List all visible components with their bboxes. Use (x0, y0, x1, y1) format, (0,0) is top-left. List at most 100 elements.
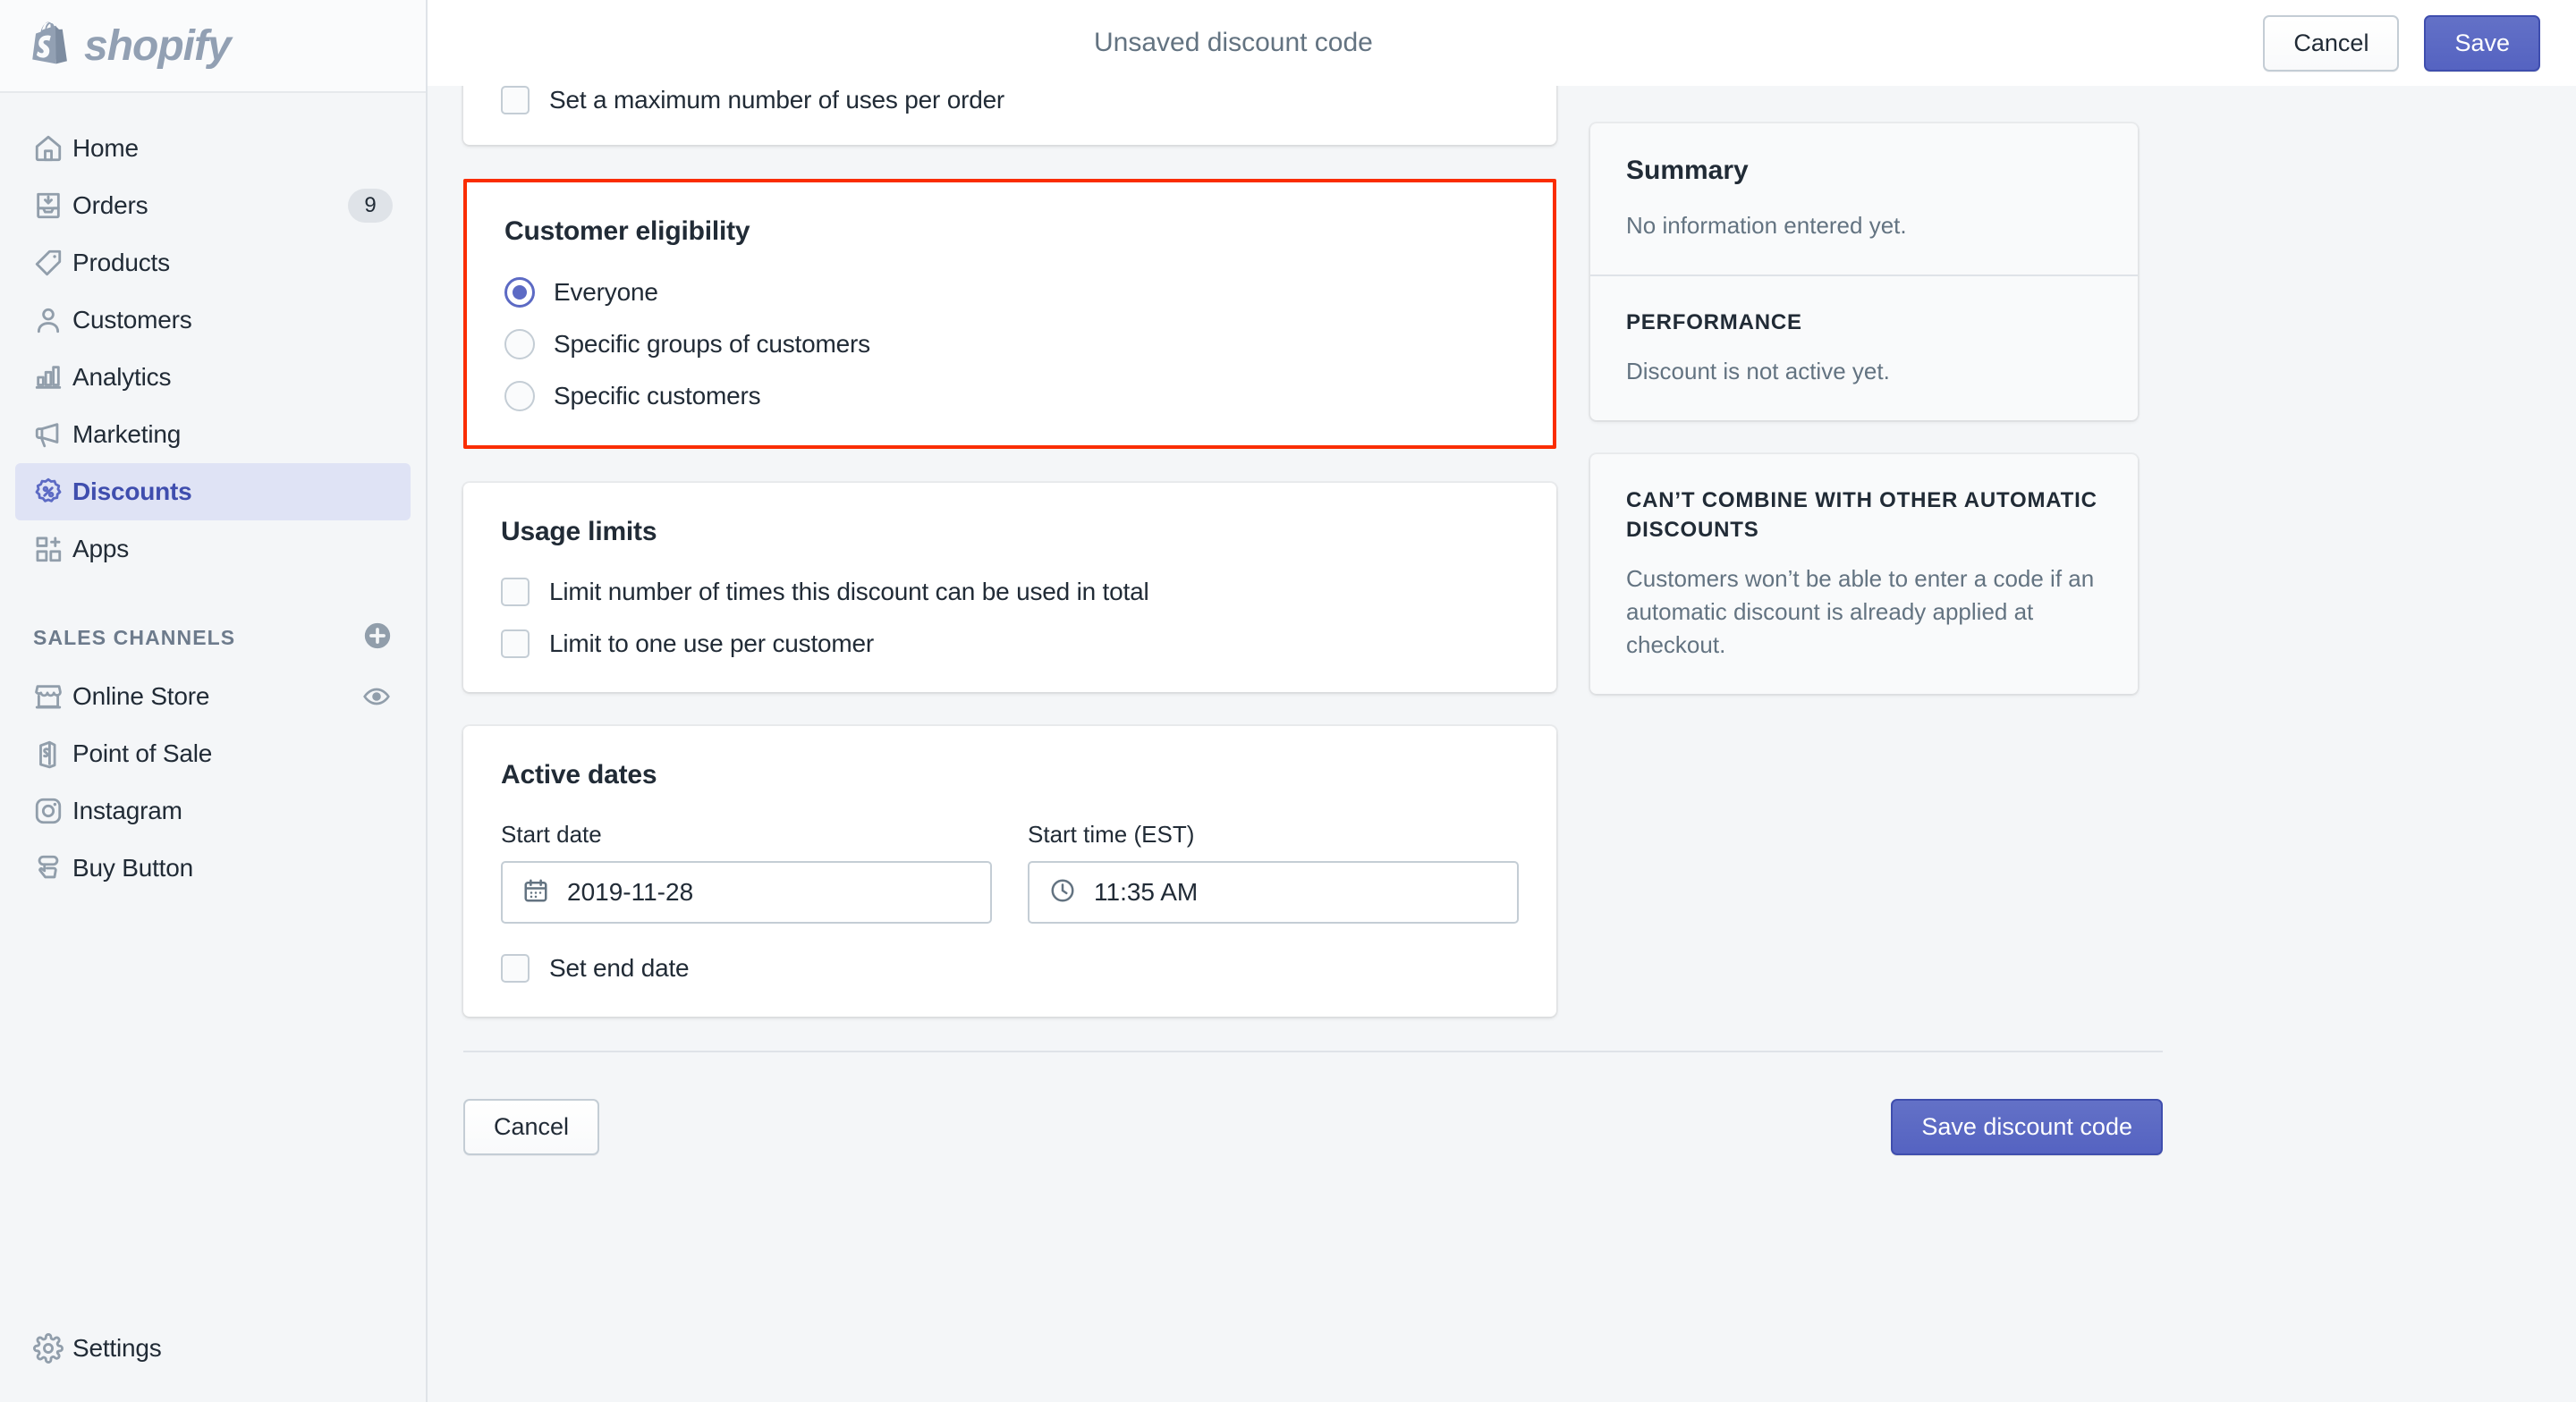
usage-limit-label: Limit number of times this discount can … (549, 578, 1149, 605)
sidebar-primary-nav: Home Orders 9 Products Customers Analyti… (0, 93, 426, 578)
start-time-value: 11:35 AM (1094, 878, 1199, 906)
start-time-label: Start time (EST) (1028, 821, 1195, 848)
eligibility-option-label: Specific customers (554, 382, 761, 410)
combine-note-section: CAN’T COMBINE WITH OTHER AUTOMATIC DISCO… (1590, 454, 2138, 694)
eye-icon[interactable] (362, 682, 393, 711)
main-column: Unsaved discount code Cancel Save Set a … (428, 0, 2576, 1402)
sidebar-item-orders[interactable]: Orders 9 (15, 177, 411, 234)
sidebar-settings-section: Settings (0, 1320, 426, 1402)
set-end-date-label: Set end date (549, 954, 690, 982)
eligibility-option-specific-customers[interactable]: Specific customers (504, 381, 1515, 411)
active-dates-card: Active dates Start date 2019-11-28 Start… (463, 726, 1556, 1017)
radio-specific-customers[interactable] (504, 381, 535, 411)
sidebar-item-products[interactable]: Products (15, 234, 411, 291)
cancel-button[interactable]: Cancel (2263, 14, 2400, 72)
start-time-field: Start time (EST) 11:35 AM (1028, 821, 1519, 924)
usage-limit-per-customer-checkbox[interactable] (501, 629, 530, 658)
usage-limit-label: Limit to one use per customer (549, 629, 875, 657)
footer-cancel-button[interactable]: Cancel (463, 1099, 600, 1155)
combine-note-body: Customers won’t be able to enter a code … (1626, 564, 2095, 658)
clock-icon (1049, 877, 1076, 908)
max-uses-card: Set a maximum number of uses per order (463, 86, 1556, 145)
orders-inbox-icon (33, 190, 72, 221)
sidebar-item-label: Instagram (72, 797, 182, 824)
bar-chart-icon (33, 362, 72, 393)
sidebar-item-point-of-sale[interactable]: Point of Sale (15, 725, 411, 782)
sidebar: shopify Home Orders 9 Products Customers… (0, 0, 428, 1402)
sidebar-item-apps[interactable]: Apps (15, 520, 411, 578)
max-uses-per-order-label: Set a maximum number of uses per order (549, 86, 1005, 114)
buy-button-icon (33, 853, 72, 883)
sidebar-item-label: Marketing (72, 420, 182, 448)
sidebar-item-label: Online Store (72, 682, 210, 710)
top-bar: Unsaved discount code Cancel Save (428, 0, 2576, 86)
start-time-input[interactable]: 11:35 AM (1028, 861, 1519, 924)
gear-icon (33, 1333, 72, 1364)
sidebar-channels-nav: Online Store Point of Sale Instagram Buy… (0, 668, 426, 897)
shopify-wordmark: shopify (84, 21, 232, 70)
usage-limits-card: Usage limits Limit number of times this … (463, 483, 1556, 692)
radio-specific-groups[interactable] (504, 329, 535, 359)
discount-badge-icon (33, 477, 72, 507)
eligibility-option-everyone[interactable]: Everyone (504, 277, 1515, 308)
sidebar-item-customers[interactable]: Customers (15, 291, 411, 349)
set-end-date-row[interactable]: Set end date (501, 954, 1519, 983)
shopify-logo[interactable]: shopify (30, 21, 232, 71)
shopify-logo-bar: shopify (0, 0, 426, 93)
active-dates-title: Active dates (501, 760, 657, 790)
max-uses-per-order-checkbox-row[interactable]: Set a maximum number of uses per order (501, 86, 1519, 114)
sidebar-item-discounts[interactable]: Discounts (15, 463, 411, 520)
max-uses-per-order-checkbox[interactable] (501, 86, 530, 114)
eligibility-option-specific-groups[interactable]: Specific groups of customers (504, 329, 1515, 359)
eligibility-option-label: Specific groups of customers (554, 330, 870, 358)
start-date-label: Start date (501, 821, 602, 848)
combine-note-card: CAN’T COMBINE WITH OTHER AUTOMATIC DISCO… (1590, 454, 2138, 694)
summary-title: Summary (1626, 156, 1749, 185)
sidebar-item-marketing[interactable]: Marketing (15, 406, 411, 463)
shopify-bag-logo-icon (32, 21, 68, 64)
calendar-icon (522, 877, 549, 908)
usage-limits-title: Usage limits (501, 517, 657, 546)
customer-eligibility-title: Customer eligibility (504, 216, 750, 246)
summary-section: Summary No information entered yet. (1590, 123, 2138, 274)
add-sales-channel-icon[interactable] (362, 621, 393, 655)
save-button[interactable]: Save (2424, 14, 2540, 72)
summary-body: No information entered yet. (1626, 212, 1907, 239)
sidebar-item-home[interactable]: Home (15, 120, 411, 177)
sidebar-item-label: Customers (72, 306, 192, 334)
sidebar-item-label: Analytics (72, 363, 172, 391)
sidebar-item-label: Settings (72, 1334, 162, 1362)
sidebar-item-label: Products (72, 249, 170, 276)
usage-limit-total-checkbox[interactable] (501, 578, 530, 606)
performance-heading: PERFORMANCE (1626, 309, 1802, 334)
radio-everyone[interactable] (504, 277, 535, 308)
sidebar-item-label: Apps (72, 535, 130, 562)
sidebar-item-online-store[interactable]: Online Store (15, 668, 411, 725)
content-area: Set a maximum number of uses per order C… (428, 86, 2576, 1402)
sales-channels-header: SALES CHANNELS (33, 621, 393, 655)
top-bar-actions: Cancel Save (2263, 14, 2540, 72)
sidebar-item-buy-button[interactable]: Buy Button (15, 840, 411, 897)
sales-channels-label: SALES CHANNELS (33, 626, 236, 649)
customer-eligibility-card: Customer eligibility Everyone Specific g… (463, 179, 1556, 449)
secondary-column: Summary No information entered yet. PERF… (1590, 86, 2138, 1402)
usage-limit-per-customer-row[interactable]: Limit to one use per customer (501, 629, 1519, 658)
megaphone-icon (33, 419, 72, 450)
shopify-bag-icon (33, 739, 72, 769)
set-end-date-checkbox[interactable] (501, 954, 530, 983)
active-dates-fields: Start date 2019-11-28 Start time (EST) 1… (501, 821, 1519, 924)
sidebar-item-settings[interactable]: Settings (15, 1320, 411, 1377)
sidebar-item-label: Home (72, 134, 139, 162)
start-date-value: 2019-11-28 (567, 878, 694, 906)
sidebar-item-instagram[interactable]: Instagram (15, 782, 411, 840)
storefront-icon (33, 681, 72, 712)
usage-limit-total-row[interactable]: Limit number of times this discount can … (501, 578, 1519, 606)
sidebar-item-analytics[interactable]: Analytics (15, 349, 411, 406)
form-footer: Cancel Save discount code (463, 1051, 2163, 1198)
performance-body: Discount is not active yet. (1626, 358, 1890, 385)
sidebar-item-label: Buy Button (72, 854, 193, 882)
instagram-icon (33, 796, 72, 826)
start-date-input[interactable]: 2019-11-28 (501, 861, 992, 924)
tag-icon (33, 248, 72, 278)
